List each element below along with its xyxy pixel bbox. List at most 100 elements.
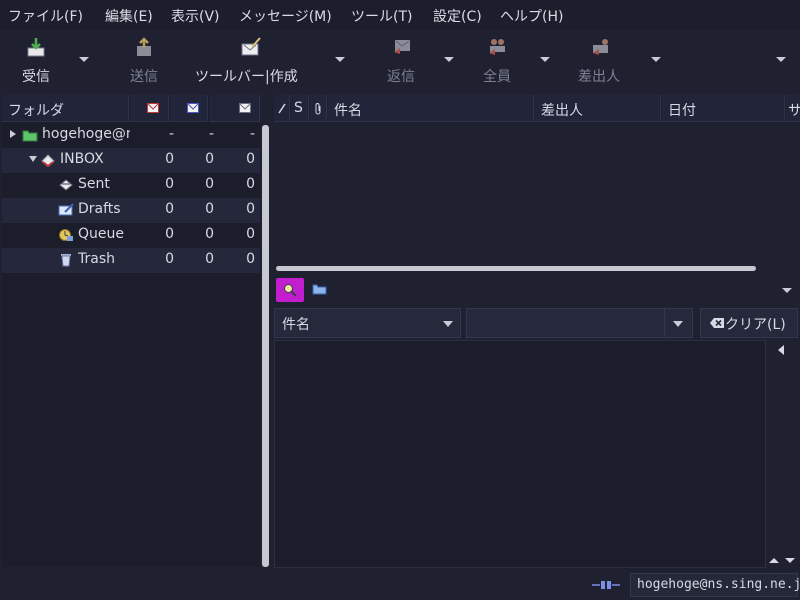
- reply-button[interactable]: 返信: [380, 30, 424, 92]
- scroll-down-arrow-icon[interactable]: [785, 558, 795, 563]
- folder-pane: フォルダ hogehoge@n - - - INBOX 0 0 0 Sent 0…: [2, 95, 260, 567]
- from-column-header[interactable]: 差出人: [535, 95, 661, 122]
- reply-label: 返信: [387, 69, 415, 85]
- compose-dropdown-arrow[interactable]: [335, 57, 345, 62]
- reply-icon: [394, 40, 410, 54]
- folder-row-sent[interactable]: Sent 0 0 0: [2, 173, 260, 198]
- compose-icon: [241, 37, 261, 56]
- search-toggle-button[interactable]: [276, 278, 304, 302]
- new-mail-icon: [147, 103, 159, 113]
- folder-total-count: 0: [246, 251, 255, 267]
- unread-count-column-header[interactable]: [170, 95, 208, 122]
- receive-label: 受信: [22, 69, 50, 85]
- folder-new-count: 0: [165, 226, 174, 242]
- unread-mail-icon: [187, 103, 199, 113]
- folder-row-drafts[interactable]: Drafts 0 0 0: [2, 198, 260, 223]
- reply-all-button[interactable]: 全員: [476, 30, 520, 92]
- size-column-header[interactable]: サ: [786, 95, 800, 122]
- size-column-label: サ: [788, 100, 800, 120]
- mark-column-header[interactable]: [274, 95, 290, 122]
- receive-dropdown-arrow[interactable]: [79, 57, 89, 62]
- folder-unread-count: 0: [205, 151, 214, 167]
- message-preview-pane[interactable]: [274, 340, 766, 568]
- sender-button[interactable]: 差出人: [574, 30, 630, 92]
- folder-total-count: 0: [246, 201, 255, 217]
- folder-row-inbox[interactable]: INBOX 0 0 0: [2, 148, 260, 173]
- reply-dropdown-arrow[interactable]: [444, 57, 454, 62]
- folder-unread-count: 0: [205, 201, 214, 217]
- collapse-arrow-icon[interactable]: [10, 130, 16, 138]
- folder-column-header[interactable]: フォルダ: [2, 95, 129, 122]
- account-status-button[interactable]: hogehoge@ns.sing.ne.jp: [630, 573, 800, 597]
- message-list[interactable]: S 件名 差出人 日付 サ: [274, 95, 800, 263]
- menu-settings[interactable]: 設定(C): [433, 6, 482, 26]
- reply-all-icon: [489, 39, 505, 55]
- menu-edit[interactable]: 編集(E): [105, 6, 153, 26]
- folder-row-trash[interactable]: Trash 0 0 0: [2, 248, 260, 273]
- sender-icon: [593, 39, 608, 55]
- menu-file[interactable]: ファイル(F): [8, 6, 83, 26]
- message-list-hscrollbar[interactable]: [276, 266, 756, 271]
- combo-divider: [664, 309, 665, 337]
- attachment-column-header[interactable]: [310, 95, 327, 122]
- send-label: 送信: [130, 69, 158, 85]
- folder-name: hogehoge@n: [42, 126, 130, 142]
- search-panel-menu-arrow[interactable]: [782, 288, 792, 293]
- collapse-arrow-icon[interactable]: [29, 156, 37, 162]
- menubar: ファイル(F) 編集(E) 表示(V) メッセージ(M) ツール(T) 設定(C…: [0, 0, 800, 30]
- receive-icon: [27, 38, 45, 57]
- sent-icon: [59, 179, 73, 191]
- folder-header-label: フォルダ: [8, 103, 64, 119]
- toolbar-overflow-arrow[interactable]: [776, 57, 786, 62]
- folder-unread-count: 0: [205, 226, 214, 242]
- search-folder-icon[interactable]: [312, 283, 327, 295]
- account-folder-icon: [22, 130, 38, 142]
- folder-name: Drafts: [78, 201, 121, 217]
- send-button[interactable]: 送信: [118, 30, 174, 92]
- sender-label: 差出人: [578, 69, 620, 85]
- menu-view[interactable]: 表示(V): [171, 6, 220, 26]
- folder-total-count: 0: [246, 176, 255, 192]
- mark-icon: [278, 103, 286, 114]
- folder-scrollbar-thumb[interactable]: [262, 125, 269, 567]
- folder-new-count: -: [168, 126, 174, 142]
- clear-button-label: クリア(L): [725, 317, 786, 333]
- menu-help[interactable]: ヘルプ(H): [500, 6, 563, 26]
- folder-unread-count: -: [208, 126, 214, 142]
- sender-dropdown-arrow[interactable]: [651, 57, 661, 62]
- subject-column-header[interactable]: 件名: [328, 95, 534, 122]
- account-address: hogehoge@ns.sing.ne.jp: [637, 577, 800, 592]
- folder-total-count: 0: [246, 151, 255, 167]
- quick-search-bar: 件名 クリア(L): [274, 275, 800, 338]
- folder-row-account[interactable]: hogehoge@n - - -: [2, 123, 260, 148]
- folder-new-count: 0: [165, 251, 174, 267]
- from-column-label: 差出人: [541, 103, 583, 119]
- inbox-icon: [41, 154, 55, 167]
- compose-button[interactable]: ツールバー|作成: [192, 30, 310, 92]
- reply-all-dropdown-arrow[interactable]: [540, 57, 550, 62]
- folder-total-count: 0: [246, 226, 255, 242]
- total-count-column-header[interactable]: [209, 95, 260, 122]
- folder-row-queue[interactable]: Queue 0 0 0: [2, 223, 260, 248]
- menu-message[interactable]: メッセージ(M): [239, 6, 332, 26]
- folder-name: Sent: [78, 176, 110, 192]
- expand-left-arrow-icon[interactable]: [778, 345, 784, 355]
- scroll-up-arrow-icon[interactable]: [769, 558, 779, 563]
- offline-connection-icon[interactable]: [592, 579, 620, 591]
- backspace-clear-icon: [710, 318, 724, 328]
- folder-unread-count: 0: [205, 251, 214, 267]
- new-count-column-header[interactable]: [130, 95, 169, 122]
- preview-sidebar: [767, 340, 800, 568]
- date-column-header[interactable]: 日付: [662, 95, 785, 122]
- search-field-select[interactable]: 件名: [274, 308, 461, 338]
- folder-name: Trash: [78, 251, 115, 267]
- folder-new-count: 0: [165, 176, 174, 192]
- status-column-header[interactable]: S: [291, 95, 309, 122]
- subject-column-label: 件名: [334, 103, 362, 119]
- receive-button[interactable]: 受信: [10, 30, 70, 92]
- search-query-combo[interactable]: [466, 308, 693, 338]
- menu-tools[interactable]: ツール(T): [351, 6, 412, 26]
- clear-button[interactable]: クリア(L): [700, 308, 798, 338]
- reply-all-label: 全員: [483, 69, 511, 85]
- drafts-icon: [58, 203, 74, 216]
